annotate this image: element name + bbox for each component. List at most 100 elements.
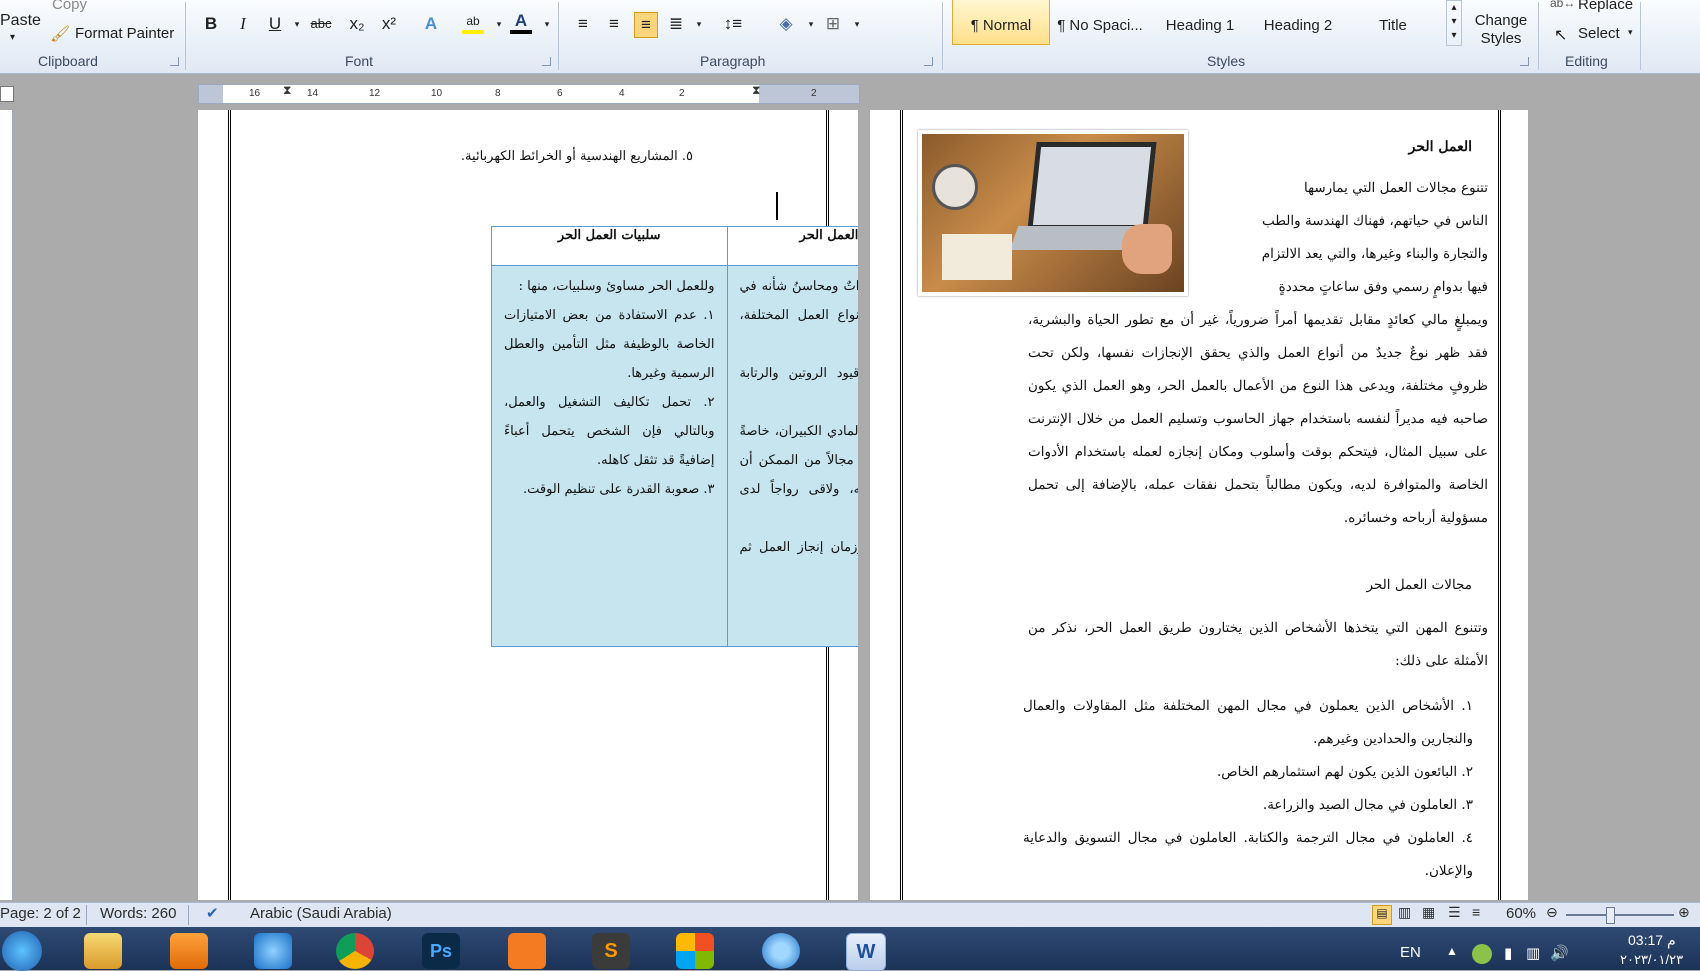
network-icon[interactable]: ▥ — [1526, 944, 1540, 962]
photoshop-icon[interactable]: Ps — [422, 933, 460, 969]
copy-button[interactable]: Copy — [52, 0, 87, 13]
proofing-icon[interactable]: ✔ — [206, 904, 219, 922]
table-cell-benefits[interactable]: للعمل الحر مميزاتٌ ومحاسنُ شأنه في ذلك ش… — [726, 265, 858, 647]
status-divider — [86, 905, 87, 925]
status-bar: Page: 2 of 2 Words: 260 ✔ Arabic (Saudi … — [0, 902, 1700, 927]
clock-date[interactable]: ٢٠٢٣/٠١/٢٣ — [1620, 952, 1683, 968]
table-header-drawbacks: سلبيات العمل الحر — [491, 226, 728, 266]
indent-marker-icon[interactable]: ⧗ — [283, 83, 291, 98]
line-spacing-icon[interactable]: ↕≡ — [722, 12, 744, 36]
tray-app-icon[interactable] — [1472, 944, 1492, 964]
style-heading-2[interactable]: Heading 2 — [1248, 0, 1348, 44]
subscript-button[interactable]: x₂ — [346, 12, 368, 36]
list-item: ٢. البائعون الذين يكون لهم استثمارهم الخ… — [1217, 764, 1473, 780]
group-separator — [1640, 2, 1641, 70]
paragraph-launcher-icon[interactable] — [924, 57, 933, 66]
align-left-icon[interactable]: ≡ — [572, 12, 594, 36]
zoom-out-icon[interactable]: ⊖ — [1546, 904, 1558, 921]
media-player-icon[interactable] — [170, 933, 208, 969]
style-normal[interactable]: ¶ Normal — [952, 0, 1050, 45]
right-indent-marker-icon[interactable]: ⧗ — [752, 83, 760, 98]
shading-icon[interactable]: ◈ — [775, 12, 797, 36]
font-color-dropdown-icon[interactable]: ▾ — [536, 12, 558, 36]
italic-button[interactable]: I — [232, 12, 254, 36]
strikethrough-button[interactable]: abc — [310, 12, 332, 36]
select-dropdown-icon[interactable]: ▾ — [1628, 27, 1633, 38]
sublime-text-icon[interactable]: S — [592, 933, 630, 969]
clipboard-launcher-icon[interactable] — [170, 57, 179, 66]
group-separator — [942, 2, 943, 70]
borders-icon[interactable]: ⊞ — [822, 12, 844, 36]
select-button[interactable]: Select — [1578, 25, 1620, 42]
zoom-slider[interactable] — [1566, 914, 1674, 916]
change-styles-button[interactable]: Change Styles — [1470, 12, 1532, 48]
chrome-icon[interactable] — [336, 933, 374, 969]
paste-button[interactable]: Paste — [0, 12, 41, 30]
ruler-toggle-icon[interactable] — [0, 86, 14, 102]
styles-scroll-icon[interactable]: ▴ ▾ ▾ — [1446, 0, 1462, 46]
zoom-in-icon[interactable]: ⊕ — [1678, 904, 1690, 921]
style-heading-1-label: Heading 1 — [1165, 17, 1235, 34]
word-count[interactable]: Words: 260 — [100, 905, 176, 922]
format-painter-button[interactable]: Format Painter — [75, 25, 174, 42]
language-indicator[interactable]: Arabic (Saudi Arabia) — [250, 905, 392, 922]
draft-icon[interactable]: ≡ — [1472, 904, 1480, 920]
text-effects-icon[interactable]: A — [420, 12, 442, 36]
tray-expand-icon[interactable]: ▲ — [1446, 944, 1458, 958]
underline-dropdown-icon[interactable]: ▾ — [286, 12, 308, 36]
style-no-spacing[interactable]: ¶ No Spaci... — [1050, 0, 1150, 44]
page-right: العمل الحر تتنوع مجالات العمل التي يمارس… — [870, 110, 1528, 900]
ruler-tick: 16 — [249, 88, 261, 99]
volume-icon[interactable]: 🔊 — [1550, 944, 1569, 962]
outline-icon[interactable]: ☰ — [1448, 904, 1461, 921]
font-launcher-icon[interactable] — [542, 57, 551, 66]
laptop-photo[interactable] — [918, 130, 1188, 296]
editing-group-label: Editing — [1565, 53, 1608, 69]
highlight-color-icon[interactable]: ab — [462, 12, 484, 34]
power-icon[interactable]: ▮ — [1504, 944, 1512, 962]
style-title[interactable]: Title — [1346, 0, 1440, 44]
ruler-tick: 2 — [679, 88, 685, 99]
shading-dropdown-icon[interactable]: ▾ — [800, 12, 822, 36]
vertical-ruler[interactable] — [0, 110, 13, 900]
benefits-drawbacks-table: فوائد العمل الحر سلبيات العمل الحر للعمل… — [491, 226, 858, 647]
web-layout-icon[interactable]: ▦ — [1422, 904, 1435, 921]
style-heading-1[interactable]: Heading 1 — [1150, 0, 1250, 44]
table-cell-drawbacks[interactable]: وللعمل الحر مساوئ وسلبيات، منها : ١. عدم… — [491, 265, 728, 647]
intro-line-2: الناس في حياتهم، فهناك الهندسة والطب — [1261, 213, 1488, 229]
justify-icon[interactable]: ≣ — [665, 12, 687, 36]
page-count[interactable]: Page: 2 of 2 — [0, 905, 81, 922]
start-button-icon[interactable] — [2, 931, 42, 971]
borders-dropdown-icon[interactable]: ▾ — [846, 12, 868, 36]
browser-icon[interactable] — [762, 933, 800, 969]
paste-dropdown-icon[interactable]: ▾ — [10, 32, 15, 43]
xampp-icon[interactable] — [508, 933, 546, 969]
zoom-level[interactable]: 60% — [1506, 905, 1536, 922]
page-left: ٥. المشاريع الهندسية أو الخرائط الكهربائ… — [198, 110, 858, 900]
heading-fields-text: مجالات العمل الحر — [1366, 577, 1472, 593]
style-title-label: Title — [1379, 17, 1407, 34]
zoom-slider-thumb[interactable] — [1606, 907, 1615, 924]
word-icon[interactable]: W — [846, 933, 886, 971]
replace-button[interactable]: Replace — [1578, 0, 1633, 13]
ruler-tick: 8 — [495, 88, 501, 99]
horizontal-ruler[interactable]: 16 14 12 10 8 6 4 2 2 ⧗ ⧗ — [198, 83, 860, 104]
input-language[interactable]: EN — [1400, 944, 1421, 961]
print-layout-icon[interactable]: ▤ — [1372, 905, 1392, 925]
styles-launcher-icon[interactable] — [1520, 57, 1529, 66]
apps-grid-icon[interactable] — [676, 933, 714, 969]
format-painter-icon: 🖌 — [50, 26, 71, 43]
underline-button[interactable]: U — [264, 12, 286, 36]
highlight-dropdown-icon[interactable]: ▾ — [488, 12, 510, 36]
font-color-icon[interactable]: A — [510, 12, 532, 34]
align-right-icon[interactable]: ≡ — [634, 12, 658, 38]
superscript-button[interactable]: x² — [378, 12, 400, 36]
bold-button[interactable]: B — [200, 12, 222, 36]
file-explorer-icon[interactable] — [84, 933, 122, 969]
justify-dropdown-icon[interactable]: ▾ — [688, 12, 710, 36]
clipboard-group-label: Clipboard — [38, 53, 98, 69]
clock-time[interactable]: 03:17 م — [1628, 932, 1676, 949]
internet-explorer-icon[interactable] — [254, 933, 292, 969]
full-screen-reading-icon[interactable]: ▥ — [1398, 904, 1411, 921]
align-center-icon[interactable]: ≡ — [603, 12, 625, 36]
